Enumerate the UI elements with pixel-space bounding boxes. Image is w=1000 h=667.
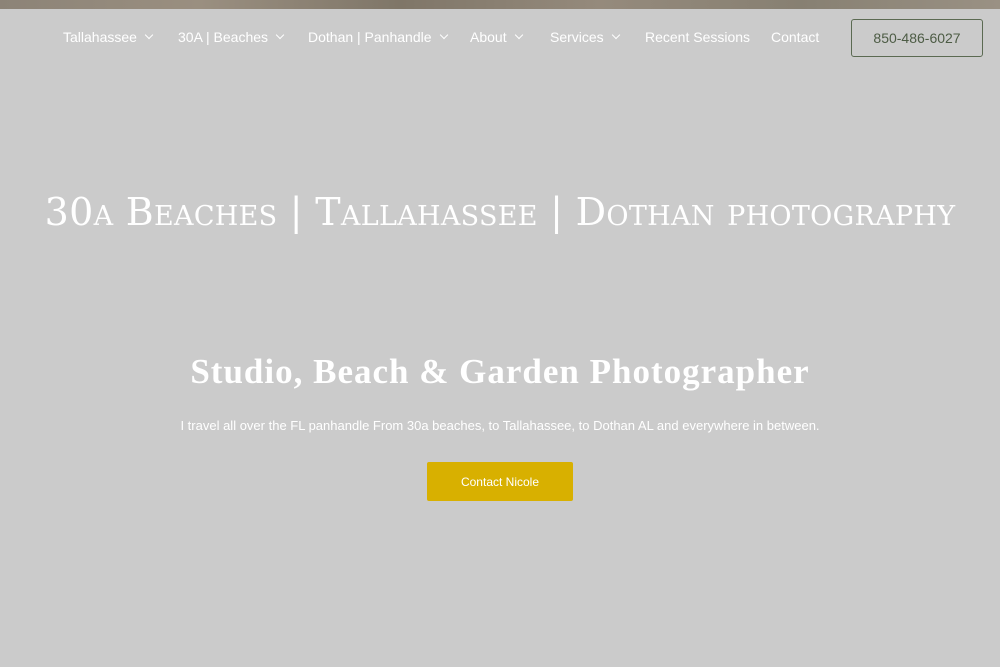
chevron-down-icon <box>144 30 154 40</box>
nav-item-dothan-panhandle[interactable]: Dothan | Panhandle <box>308 29 448 45</box>
nav-item-about[interactable]: About <box>470 29 523 45</box>
hero-title: 30a Beaches | Tallahassee | Dothan photo… <box>44 190 956 234</box>
chevron-down-icon <box>514 30 523 40</box>
main-navigation: Tallahassee 30A | Beaches Dothan | Panha… <box>0 9 1000 67</box>
nav-item-recent-sessions[interactable]: Recent Sessions <box>645 29 750 45</box>
nav-item-30a-beaches[interactable]: 30A | Beaches <box>178 29 285 45</box>
phone-button[interactable]: 850-486-6027 <box>851 19 983 57</box>
hero-subtitle: Studio, Beach & Garden Photographer <box>190 352 810 391</box>
nav-item-label: Services <box>550 29 604 45</box>
hero-description: I travel all over the FL panhandle From … <box>180 418 820 433</box>
chevron-down-icon <box>275 30 285 40</box>
chevron-down-icon <box>439 30 448 40</box>
page: Tallahassee 30A | Beaches Dothan | Panha… <box>0 0 1000 667</box>
nav-item-contact[interactable]: Contact <box>771 29 819 45</box>
nav-item-label: About <box>470 29 507 45</box>
contact-nicole-button[interactable]: Contact Nicole <box>427 462 573 501</box>
nav-item-label: Dothan | Panhandle <box>308 29 432 45</box>
nav-item-tallahassee[interactable]: Tallahassee <box>63 29 154 45</box>
nav-item-services[interactable]: Services <box>550 29 620 45</box>
nav-item-label: Contact <box>771 29 820 45</box>
nav-item-label: Tallahassee <box>63 29 137 45</box>
chevron-down-icon <box>611 30 620 40</box>
nav-item-label: 30A | Beaches <box>178 29 269 45</box>
hero-background-image-edge <box>0 0 1000 9</box>
nav-item-label: Recent Sessions <box>645 29 751 45</box>
